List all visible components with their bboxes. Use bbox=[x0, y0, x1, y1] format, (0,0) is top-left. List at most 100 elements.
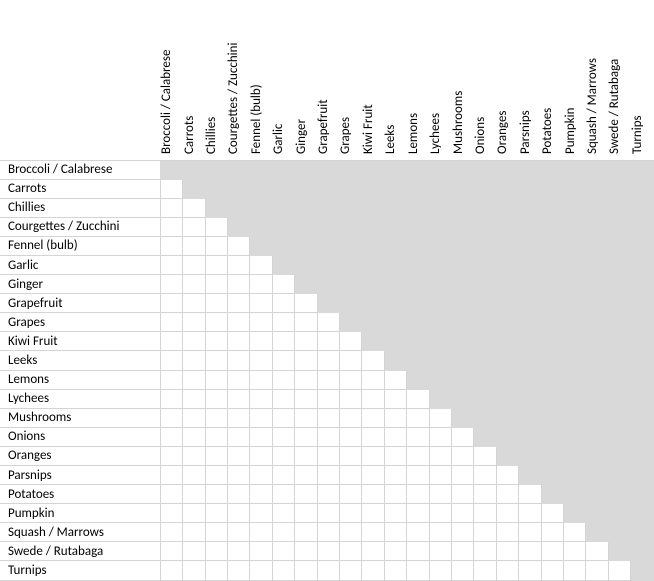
masked-cell bbox=[295, 179, 317, 198]
masked-cell bbox=[452, 198, 474, 217]
masked-cell bbox=[384, 313, 406, 332]
matrix-cell bbox=[227, 236, 249, 255]
masked-cell bbox=[586, 217, 608, 236]
masked-cell bbox=[541, 466, 563, 485]
masked-cell bbox=[496, 160, 518, 179]
matrix-cell bbox=[317, 332, 339, 351]
matrix-cell bbox=[564, 523, 586, 542]
masked-cell bbox=[339, 217, 361, 236]
matrix-cell bbox=[429, 446, 451, 465]
matrix-cell bbox=[429, 504, 451, 523]
masked-cell bbox=[407, 370, 429, 389]
matrix-cell bbox=[362, 389, 384, 408]
column-header: Ginger bbox=[295, 0, 317, 160]
masked-cell bbox=[452, 294, 474, 313]
masked-cell bbox=[631, 332, 654, 351]
masked-cell bbox=[474, 275, 496, 294]
matrix-cell bbox=[339, 466, 361, 485]
masked-cell bbox=[295, 198, 317, 217]
masked-cell bbox=[564, 466, 586, 485]
masked-cell bbox=[339, 255, 361, 274]
matrix-cell bbox=[183, 389, 205, 408]
matrix-cell bbox=[227, 408, 249, 427]
masked-cell bbox=[429, 236, 451, 255]
matrix-cell bbox=[160, 351, 182, 370]
matrix-cell bbox=[160, 504, 182, 523]
matrix-cell bbox=[227, 485, 249, 504]
matrix-cell bbox=[317, 389, 339, 408]
masked-cell bbox=[496, 294, 518, 313]
matrix-cell bbox=[452, 542, 474, 561]
matrix-cell bbox=[407, 427, 429, 446]
matrix-cell bbox=[407, 542, 429, 561]
matrix-cell bbox=[407, 446, 429, 465]
matrix-cell bbox=[519, 542, 541, 561]
masked-cell bbox=[474, 294, 496, 313]
column-header-label: Grapes bbox=[338, 144, 353, 154]
matrix-cell bbox=[362, 542, 384, 561]
matrix-cell bbox=[272, 523, 294, 542]
masked-cell bbox=[272, 198, 294, 217]
matrix-cell bbox=[205, 332, 227, 351]
masked-cell bbox=[541, 351, 563, 370]
matrix-cell bbox=[160, 179, 182, 198]
matrix-cell bbox=[250, 275, 272, 294]
column-header: Parsnips bbox=[519, 0, 541, 160]
matrix-cell bbox=[272, 275, 294, 294]
row-header: Courgettes / Zucchini bbox=[0, 217, 160, 236]
masked-cell bbox=[384, 160, 406, 179]
matrix-cell bbox=[250, 446, 272, 465]
matrix-cell bbox=[496, 542, 518, 561]
masked-cell bbox=[519, 389, 541, 408]
matrix-cell bbox=[183, 561, 205, 580]
table-row: Fennel (bulb) bbox=[0, 236, 654, 255]
masked-cell bbox=[519, 446, 541, 465]
row-header: Lemons bbox=[0, 370, 160, 389]
matrix-cell bbox=[160, 446, 182, 465]
matrix-cell bbox=[339, 370, 361, 389]
masked-cell bbox=[429, 160, 451, 179]
matrix-cell bbox=[452, 523, 474, 542]
masked-cell bbox=[474, 160, 496, 179]
masked-cell bbox=[608, 466, 630, 485]
matrix-cell bbox=[496, 466, 518, 485]
matrix-cell bbox=[250, 389, 272, 408]
masked-cell bbox=[631, 370, 654, 389]
matrix-cell bbox=[250, 351, 272, 370]
masked-cell bbox=[519, 370, 541, 389]
column-header: Grapes bbox=[339, 0, 361, 160]
column-header-label: Kiwi Fruit bbox=[361, 144, 376, 154]
matrix-cell bbox=[160, 236, 182, 255]
matrix-cell bbox=[474, 504, 496, 523]
row-header: Chillies bbox=[0, 198, 160, 217]
masked-cell bbox=[429, 389, 451, 408]
column-header: Courgettes / Zucchini bbox=[227, 0, 249, 160]
matrix-cell bbox=[272, 294, 294, 313]
matrix-cell bbox=[205, 485, 227, 504]
matrix-cell bbox=[384, 485, 406, 504]
matrix-cell bbox=[317, 446, 339, 465]
matrix-cell bbox=[160, 332, 182, 351]
column-header-label: Squash / Marrows bbox=[585, 144, 600, 154]
column-header-label: Leeks bbox=[383, 144, 398, 154]
masked-cell bbox=[631, 408, 654, 427]
matrix-cell bbox=[160, 542, 182, 561]
masked-cell bbox=[564, 427, 586, 446]
masked-cell bbox=[564, 255, 586, 274]
masked-cell bbox=[631, 255, 654, 274]
matrix-cell bbox=[541, 523, 563, 542]
column-header: Grapefruit bbox=[317, 0, 339, 160]
masked-cell bbox=[564, 370, 586, 389]
masked-cell bbox=[564, 389, 586, 408]
masked-cell bbox=[474, 198, 496, 217]
masked-cell bbox=[429, 255, 451, 274]
masked-cell bbox=[608, 275, 630, 294]
matrix-cell bbox=[205, 389, 227, 408]
row-header: Broccoli / Calabrese bbox=[0, 160, 160, 179]
masked-cell bbox=[317, 217, 339, 236]
column-header-label: Pumpkin bbox=[563, 144, 578, 154]
matrix-cell bbox=[250, 408, 272, 427]
row-header: Carrots bbox=[0, 179, 160, 198]
masked-cell bbox=[339, 179, 361, 198]
masked-cell bbox=[474, 389, 496, 408]
